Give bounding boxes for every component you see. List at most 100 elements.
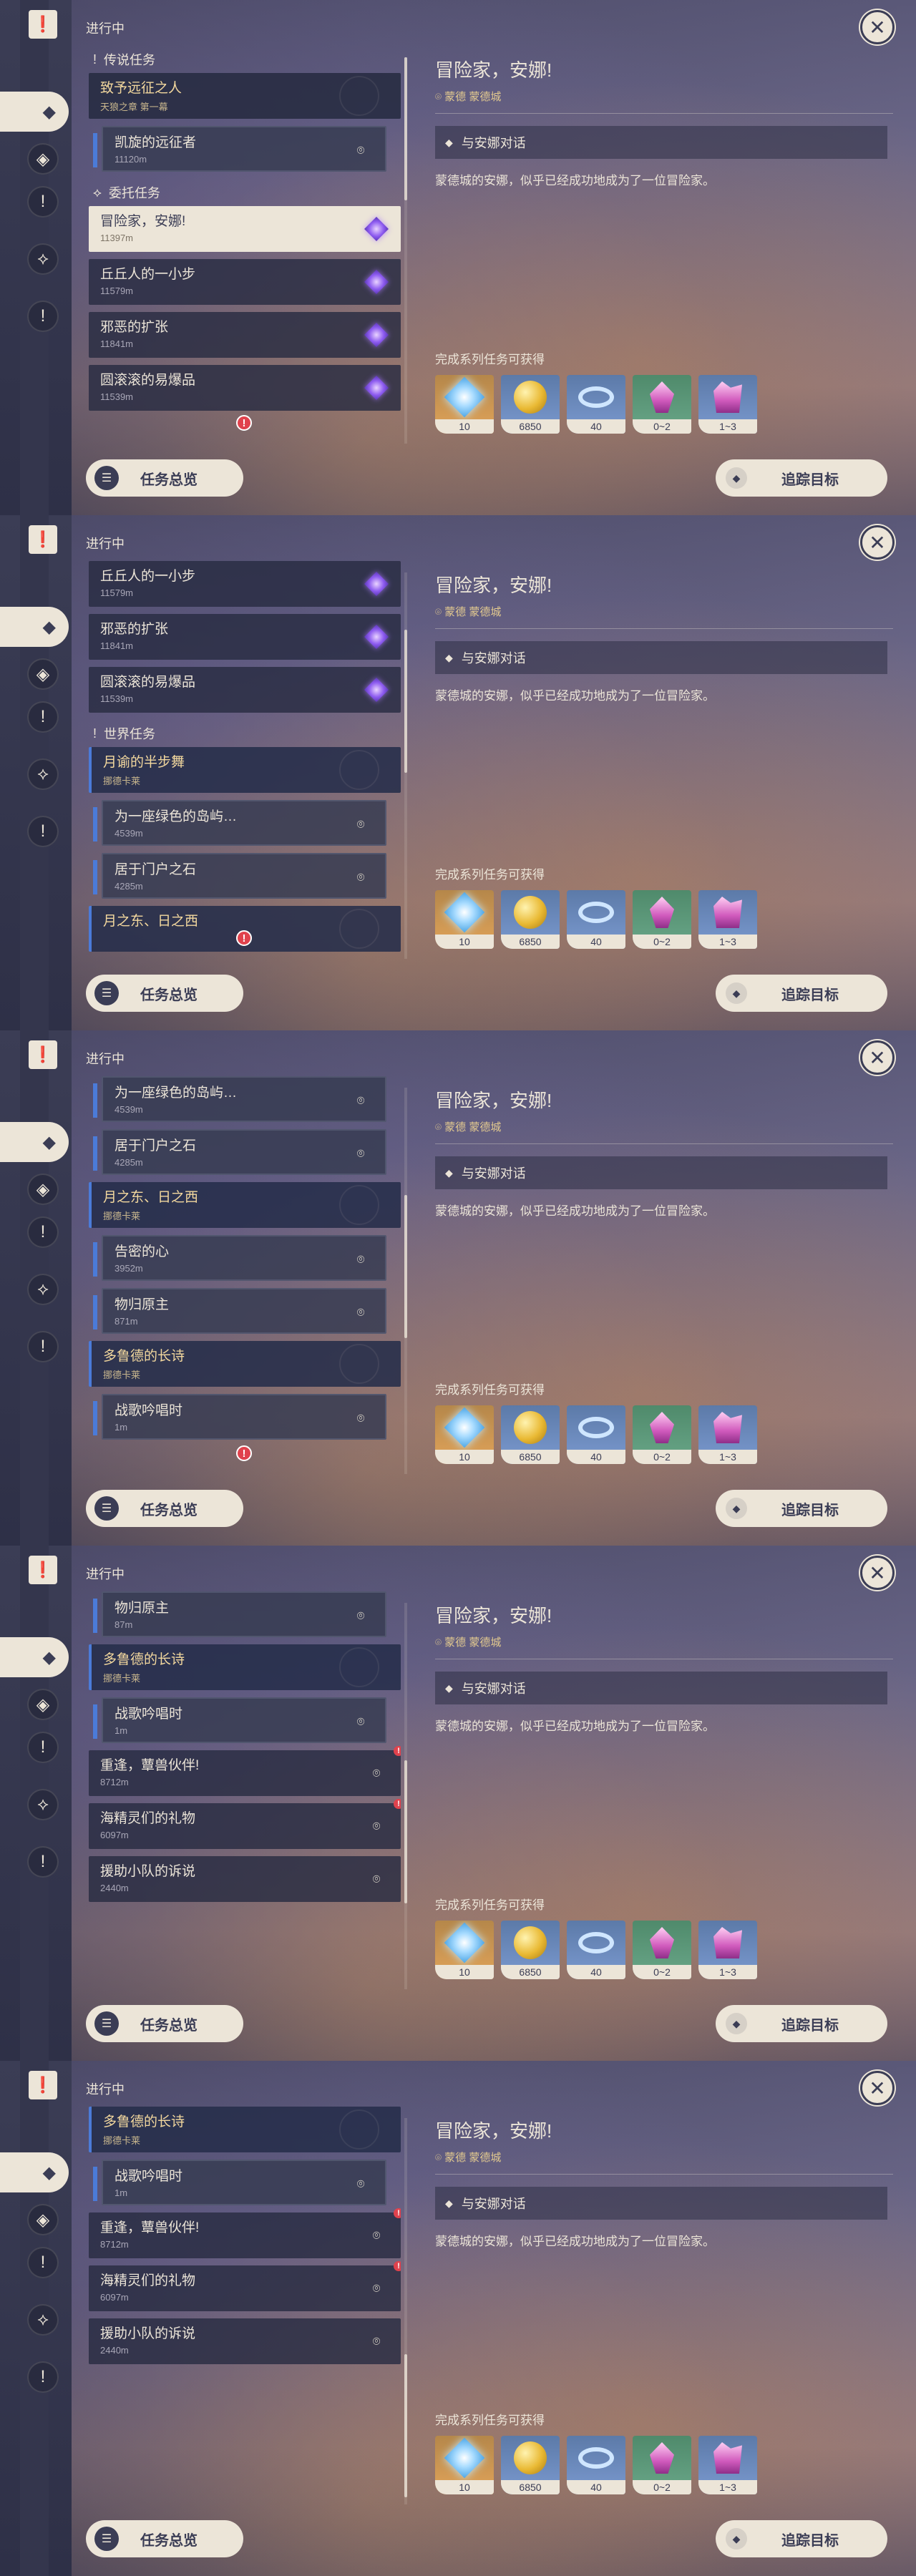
quest-item[interactable]: 居于门户之石 4285m ⌾ bbox=[93, 853, 386, 899]
quest-item[interactable]: 战歌吟唱时 1m ⌾ bbox=[93, 1697, 386, 1743]
scrollbar-thumb[interactable] bbox=[404, 1760, 407, 1903]
commission-star-icon[interactable] bbox=[364, 323, 389, 347]
list-scrollbar[interactable] bbox=[404, 1088, 407, 1474]
track-button[interactable]: ◆ 追踪目标 bbox=[716, 975, 887, 1012]
quest-item[interactable]: 战歌吟唱时 1m ⌾ bbox=[93, 2160, 386, 2205]
quest-legend-icon[interactable]: ! bbox=[27, 186, 59, 218]
scrollbar-thumb[interactable] bbox=[404, 2354, 407, 2497]
list-scrollbar[interactable] bbox=[404, 57, 407, 444]
quest-item[interactable]: 丘丘人的一小步 11579m bbox=[89, 561, 401, 607]
reward-crystal-chunk[interactable]: 0~2 bbox=[633, 1405, 691, 1464]
scrollbar-thumb[interactable] bbox=[404, 1195, 407, 1338]
quest-item[interactable]: 邪恶的扩张 11841m bbox=[89, 312, 401, 358]
track-button[interactable]: ◆ 追踪目标 bbox=[716, 459, 887, 497]
map-pin-icon[interactable]: ⌾ bbox=[351, 2174, 371, 2194]
reward-primogem[interactable]: 10 bbox=[435, 375, 494, 434]
reward-mora[interactable]: 6850 bbox=[501, 1921, 560, 1979]
quest-item[interactable]: 援助小队的诉说 2440m ⌾ bbox=[89, 1856, 401, 1902]
quest-book-icon[interactable]: ❗ bbox=[29, 1556, 57, 1584]
quest-commission-icon[interactable]: ! bbox=[27, 816, 59, 847]
reward-primogem[interactable]: 10 bbox=[435, 1921, 494, 1979]
map-pin-icon[interactable]: ⌾ bbox=[351, 814, 371, 834]
quest-item[interactable]: 重逢，蕈兽伙伴! 8712m ⌾! bbox=[89, 1746, 401, 1796]
quest-item[interactable]: 圆滚滚的易爆品 11539m bbox=[89, 667, 401, 713]
quest-item[interactable]: 丘丘人的一小步 11579m bbox=[89, 259, 401, 305]
list-scrollbar[interactable] bbox=[404, 572, 407, 959]
map-pin-icon[interactable]: ⌾ bbox=[366, 1763, 386, 1783]
quest-item[interactable]: 多鲁德的长诗 挪德卡莱 bbox=[89, 1644, 401, 1690]
map-pin-icon[interactable]: ⌾ bbox=[351, 1302, 371, 1322]
quest-item[interactable]: 凯旋的远征者 11120m ⌾ bbox=[93, 126, 386, 172]
reward-adventure-exp[interactable]: 40 bbox=[567, 890, 625, 949]
map-pin-icon[interactable]: ⌾ bbox=[366, 1816, 386, 1836]
quest-item[interactable]: 邪恶的扩张 11841m bbox=[89, 614, 401, 660]
list-scrollbar[interactable] bbox=[404, 1603, 407, 1989]
map-pin-icon[interactable]: ⌾ bbox=[366, 1869, 386, 1889]
map-pin-icon[interactable]: ⌾ bbox=[351, 1712, 371, 1732]
quest-archon-icon[interactable]: ◈ bbox=[27, 143, 59, 175]
reward-primogem[interactable]: 10 bbox=[435, 890, 494, 949]
quest-archon-icon[interactable]: ◈ bbox=[27, 1689, 59, 1720]
commission-star-icon[interactable] bbox=[364, 270, 389, 294]
quest-overview-button[interactable]: ☰ 任务总览 bbox=[86, 2520, 243, 2557]
quest-category-all-icon[interactable]: ◆ bbox=[0, 1637, 69, 1677]
quest-world-icon[interactable]: ⟡ bbox=[27, 243, 59, 275]
scrollbar-thumb[interactable] bbox=[404, 57, 407, 200]
quest-archon-icon[interactable]: ◈ bbox=[27, 2204, 59, 2235]
track-button[interactable]: ◆ 追踪目标 bbox=[716, 2005, 887, 2042]
reward-crystal-chunk[interactable]: 0~2 bbox=[633, 890, 691, 949]
reward-mora[interactable]: 6850 bbox=[501, 375, 560, 434]
reward-crystal-chunk[interactable]: 0~2 bbox=[633, 2436, 691, 2494]
quest-category-all-icon[interactable]: ◆ bbox=[0, 607, 69, 647]
reward-primogem[interactable]: 10 bbox=[435, 2436, 494, 2494]
quest-item[interactable]: 告密的心 3952m ⌾ bbox=[93, 1235, 386, 1281]
quest-commission-icon[interactable]: ! bbox=[27, 2361, 59, 2393]
map-pin-icon[interactable]: ⌾ bbox=[351, 1091, 371, 1111]
quest-category-all-icon[interactable]: ◆ bbox=[0, 1122, 69, 1162]
quest-category-all-icon[interactable]: ◆ bbox=[0, 2152, 69, 2192]
quest-item[interactable]: 为一座绿色的岛屿… 4539m ⌾ bbox=[93, 1076, 386, 1122]
quest-overview-button[interactable]: ☰ 任务总览 bbox=[86, 2005, 243, 2042]
map-pin-icon[interactable]: ⌾ bbox=[351, 1408, 371, 1428]
quest-item[interactable]: 多鲁德的长诗 挪德卡莱 bbox=[89, 1341, 401, 1387]
quest-commission-icon[interactable]: ! bbox=[27, 1331, 59, 1362]
reward-primogem[interactable]: 10 bbox=[435, 1405, 494, 1464]
scrollbar-thumb[interactable] bbox=[404, 630, 407, 773]
quest-item[interactable]: 冒险家，安娜! 11397m bbox=[89, 206, 401, 252]
reward-crystal-chunk[interactable]: 0~2 bbox=[633, 1921, 691, 1979]
quest-item[interactable]: 圆滚滚的易爆品 11539m bbox=[89, 365, 401, 411]
quest-item[interactable]: 物归原主 87m ⌾ bbox=[93, 1591, 386, 1637]
quest-item[interactable]: 物归原主 871m ⌾ bbox=[93, 1288, 386, 1334]
map-pin-icon[interactable]: ⌾ bbox=[351, 1606, 371, 1626]
quest-world-icon[interactable]: ⟡ bbox=[27, 758, 59, 790]
quest-item[interactable]: 月谕的半步舞 挪德卡莱 bbox=[89, 747, 401, 793]
quest-item[interactable]: 战歌吟唱时 1m ⌾ bbox=[93, 1394, 386, 1440]
commission-star-icon[interactable] bbox=[364, 678, 389, 702]
map-pin-icon[interactable]: ⌾ bbox=[351, 1143, 371, 1163]
reward-mora[interactable]: 6850 bbox=[501, 890, 560, 949]
quest-item[interactable]: 海精灵们的礼物 6097m ⌾! bbox=[89, 1799, 401, 1849]
commission-star-icon[interactable] bbox=[364, 572, 389, 596]
quest-overview-button[interactable]: ☰ 任务总览 bbox=[86, 975, 243, 1012]
map-pin-icon[interactable]: ⌾ bbox=[351, 140, 371, 160]
commission-star-icon[interactable] bbox=[364, 625, 389, 649]
map-pin-icon[interactable]: ⌾ bbox=[366, 2278, 386, 2298]
reward-mora[interactable]: 6850 bbox=[501, 1405, 560, 1464]
quest-book-icon[interactable]: ❗ bbox=[29, 10, 57, 39]
quest-item[interactable]: 重逢，蕈兽伙伴! 8712m ⌾! bbox=[89, 2208, 401, 2258]
quest-commission-icon[interactable]: ! bbox=[27, 1846, 59, 1878]
quest-legend-icon[interactable]: ! bbox=[27, 701, 59, 733]
reward-adventure-exp[interactable]: 40 bbox=[567, 1405, 625, 1464]
quest-world-icon[interactable]: ⟡ bbox=[27, 2304, 59, 2336]
quest-item[interactable]: 月之东、日之西 挪德卡莱 bbox=[89, 1182, 401, 1228]
quest-world-icon[interactable]: ⟡ bbox=[27, 1789, 59, 1820]
reward-crystal-ore[interactable]: 1~3 bbox=[698, 1405, 757, 1464]
track-button[interactable]: ◆ 追踪目标 bbox=[716, 2520, 887, 2557]
reward-crystal-ore[interactable]: 1~3 bbox=[698, 375, 757, 434]
quest-commission-icon[interactable]: ! bbox=[27, 301, 59, 332]
reward-adventure-exp[interactable]: 40 bbox=[567, 1921, 625, 1979]
quest-item[interactable]: 援助小队的诉说 2440m ⌾ bbox=[89, 2318, 401, 2364]
quest-legend-icon[interactable]: ! bbox=[27, 1216, 59, 1248]
quest-item[interactable]: 致予远征之人 天狼之章 第一幕 bbox=[89, 73, 401, 119]
quest-overview-button[interactable]: ☰ 任务总览 bbox=[86, 459, 243, 497]
